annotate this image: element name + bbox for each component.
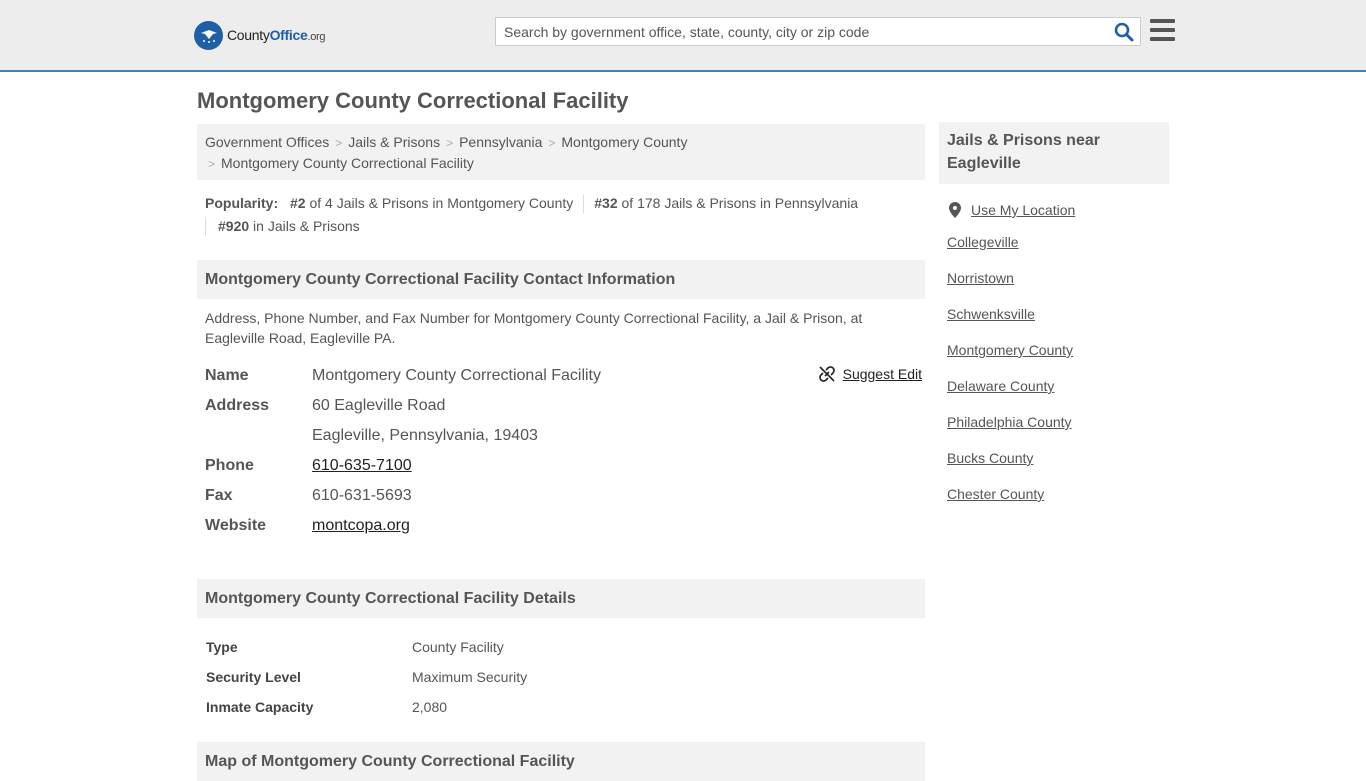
- popularity-rank-state: #32: [594, 195, 618, 211]
- sidebar-link[interactable]: Schwenksville: [947, 306, 1035, 322]
- details-table: Type County Facility Security Level Maximu…: [197, 632, 925, 722]
- hamburger-menu-icon[interactable]: [1150, 19, 1175, 41]
- details-value: Maximum Security: [412, 669, 528, 685]
- name-row: Name Montgomery County Correctional Facil…: [205, 361, 917, 391]
- breadcrumb-montgomery-county[interactable]: Montgomery County: [561, 134, 687, 150]
- sidebar-item-bucks-county: Bucks County: [947, 440, 1161, 476]
- sidebar-links: Use My Location Collegeville Norristown …: [939, 196, 1169, 512]
- popularity-text-state: of 178 Jails & Prisons in Pennsylvania: [621, 195, 859, 211]
- popularity: Popularity: #2 of 4 Jails & Prisons in M…: [197, 180, 925, 238]
- details-row: Type County Facility: [206, 632, 916, 662]
- address-row: Address 60 Eagleville Road: [205, 391, 917, 421]
- contact-info: Suggest Edit Name Montgomery County Corre…: [197, 361, 925, 541]
- main-content: Government Offices > Jails & Prisons > Penns…: [197, 124, 925, 781]
- contact-heading: Montgomery County Correctional Facility …: [197, 260, 925, 299]
- sidebar-link[interactable]: Philadelphia County: [947, 414, 1072, 430]
- sidebar-link[interactable]: Norristown: [947, 270, 1014, 286]
- fax-label: Fax: [205, 487, 233, 504]
- site-header: CountyOffice.org: [0, 0, 1366, 72]
- use-my-location[interactable]: Use My Location: [947, 196, 1161, 224]
- sidebar-item-schwenksville: Schwenksville: [947, 296, 1161, 332]
- address-label: Address: [205, 397, 270, 414]
- map-heading: Map of Montgomery County Correctional Fa…: [197, 742, 925, 781]
- breadcrumb: Government Offices > Jails & Prisons > Penns…: [197, 124, 925, 180]
- name-label: Name: [205, 367, 249, 384]
- popularity-rank-county: #2: [290, 195, 306, 211]
- fax-row: Fax 610-631-5693: [205, 481, 917, 511]
- phone-row: Phone 610-635-7100: [205, 451, 917, 481]
- details-row: Security Level Maximum Security: [206, 662, 916, 692]
- suggest-edit-label: Suggest Edit: [842, 366, 922, 382]
- sidebar-link[interactable]: Delaware County: [947, 378, 1054, 394]
- sidebar-item-collegeville: Collegeville: [947, 224, 1161, 260]
- details-label: Type: [206, 639, 238, 655]
- name-value: Montgomery County Correctional Facility: [312, 367, 601, 384]
- popularity-text-national: in Jails & Prisons: [253, 218, 360, 234]
- breadcrumb-separator-icon: >: [548, 136, 556, 150]
- sidebar: Jails & Prisons near Eagleville Use My L…: [939, 122, 1169, 512]
- sidebar-item-montgomery-county: Montgomery County: [947, 332, 1161, 368]
- sidebar-heading: Jails & Prisons near Eagleville: [939, 122, 1169, 184]
- details-heading: Montgomery County Correctional Facility …: [197, 579, 925, 618]
- sidebar-link[interactable]: Montgomery County: [947, 342, 1073, 358]
- breadcrumb-jails-prisons[interactable]: Jails & Prisons: [348, 134, 440, 150]
- page-title: Montgomery County Correctional Facility: [197, 88, 629, 113]
- details-label: Security Level: [206, 669, 301, 685]
- contact-description: Address, Phone Number, and Fax Number fo…: [205, 310, 863, 346]
- website-link[interactable]: montcopa.org: [312, 517, 410, 535]
- search-input[interactable]: [496, 18, 1096, 45]
- address-line2: Eagleville, Pennsylvania, 19403: [312, 427, 538, 444]
- phone-link[interactable]: 610-635-7100: [312, 457, 412, 475]
- search-icon[interactable]: [1114, 22, 1134, 42]
- website-label: Website: [205, 517, 267, 534]
- phone-label: Phone: [205, 457, 254, 474]
- use-my-location-link[interactable]: Use My Location: [971, 202, 1075, 218]
- sidebar-link[interactable]: Bucks County: [947, 450, 1033, 466]
- popularity-label: Popularity:: [205, 195, 279, 211]
- sidebar-link[interactable]: Chester County: [947, 486, 1044, 502]
- search-box: [495, 17, 1141, 46]
- breadcrumb-government-offices[interactable]: Government Offices: [205, 134, 329, 150]
- sidebar-item-chester-county: Chester County: [947, 476, 1161, 512]
- breadcrumb-separator-icon: >: [446, 136, 454, 150]
- fax-value: 610-631-5693: [312, 487, 412, 504]
- suggest-edit-link[interactable]: Suggest Edit: [818, 366, 922, 382]
- sidebar-item-philadelphia-county: Philadelphia County: [947, 404, 1161, 440]
- breadcrumb-separator-icon: >: [208, 157, 216, 171]
- map-pin-icon: [949, 202, 961, 218]
- details-label: Inmate Capacity: [206, 699, 314, 715]
- logo-text: CountyOffice.org: [227, 27, 326, 43]
- details-value: County Facility: [412, 639, 504, 655]
- popularity-text-county: of 4 Jails & Prisons in Montgomery Count…: [309, 195, 574, 211]
- details-row: Inmate Capacity 2,080: [206, 692, 916, 722]
- address-line1: 60 Eagleville Road: [312, 397, 446, 414]
- divider: [583, 195, 585, 214]
- address-row-2: Eagleville, Pennsylvania, 19403: [205, 421, 917, 451]
- breadcrumb-current[interactable]: Montgomery County Correctional Facility: [221, 155, 474, 171]
- sidebar-link[interactable]: Collegeville: [947, 234, 1019, 250]
- unlink-icon: [818, 366, 835, 382]
- sidebar-item-norristown: Norristown: [947, 260, 1161, 296]
- divider: [205, 218, 206, 237]
- eagle-logo-icon: [194, 20, 223, 50]
- breadcrumb-pennsylvania[interactable]: Pennsylvania: [459, 134, 542, 150]
- sidebar-item-delaware-county: Delaware County: [947, 368, 1161, 404]
- details-value: 2,080: [412, 699, 448, 715]
- website-row: Website montcopa.org: [205, 511, 917, 541]
- popularity-rank-national: #920: [218, 218, 250, 234]
- site-logo[interactable]: CountyOffice.org: [194, 20, 326, 50]
- breadcrumb-separator-icon: >: [335, 136, 343, 150]
